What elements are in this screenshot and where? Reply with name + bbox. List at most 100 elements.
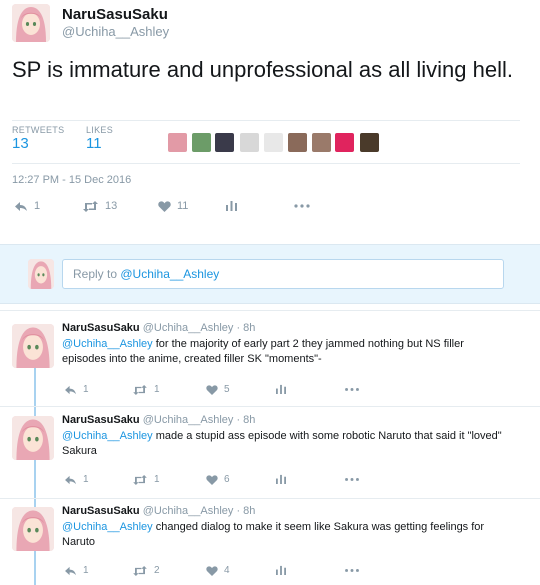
tweet-timestamp[interactable]: 12:27 PM - 15 Dec 2016 xyxy=(12,174,131,186)
reply-header: NaruSasuSaku @Uchiha__Ashley · 8h xyxy=(62,322,255,334)
reply-display-name[interactable]: NaruSasuSaku xyxy=(62,505,140,517)
retweet-count: 1 xyxy=(154,384,160,395)
reply-composer: Reply to @Uchiha__Ashley xyxy=(0,244,540,304)
reply-count: 1 xyxy=(34,200,41,212)
analytics-icon xyxy=(276,384,286,394)
more-icon xyxy=(345,388,359,391)
reply-tweet[interactable]: NaruSasuSaku @Uchiha__Ashley · 8h @Uchiha… xyxy=(0,414,540,494)
retweet-count: 13 xyxy=(105,200,118,212)
reply-button[interactable]: 1 xyxy=(64,474,89,485)
avatar[interactable] xyxy=(12,324,54,368)
retweet-button[interactable]: 1 xyxy=(132,474,160,485)
liker-avatar[interactable] xyxy=(240,133,259,152)
reply-text: @Uchiha__Ashley made a stupid ass episod… xyxy=(62,429,502,459)
reply-text-mention[interactable]: @Uchiha__Ashley xyxy=(62,338,153,350)
heart-icon xyxy=(206,565,218,576)
reply-count: 1 xyxy=(83,384,89,395)
likes-count: 11 xyxy=(86,135,102,152)
more-button[interactable] xyxy=(344,384,360,394)
reply-text: @Uchiha__Ashley changed dialog to make i… xyxy=(62,520,502,550)
retweet-icon xyxy=(133,565,147,576)
like-count: 6 xyxy=(224,474,230,485)
retweet-icon xyxy=(133,474,147,485)
reply-tweet[interactable]: NaruSasuSaku @Uchiha__Ashley · 8h @Uchiha… xyxy=(0,322,540,402)
like-button[interactable]: 5 xyxy=(206,384,230,395)
reply-text: @Uchiha__Ashley for the majority of earl… xyxy=(62,337,502,367)
tweet-stats: RETWEETS 13 LIKES 11 xyxy=(12,120,520,164)
liker-avatar[interactable] xyxy=(215,133,234,152)
avatar[interactable] xyxy=(12,4,50,42)
reply-display-name[interactable]: NaruSasuSaku xyxy=(62,414,140,426)
liker-avatar[interactable] xyxy=(168,133,187,152)
tweet-text: SP is immature and unprofessional as all… xyxy=(12,57,513,82)
like-count: 11 xyxy=(177,200,189,212)
analytics-icon xyxy=(276,474,286,484)
reply-tweet[interactable]: NaruSasuSaku @Uchiha__Ashley · 8h @Uchiha… xyxy=(0,505,540,585)
reply-count: 1 xyxy=(83,474,89,485)
analytics-button[interactable] xyxy=(276,565,286,575)
retweet-count: 2 xyxy=(154,565,160,576)
analytics-button[interactable] xyxy=(276,474,286,484)
like-count: 4 xyxy=(224,565,230,576)
analytics-button[interactable] xyxy=(276,384,286,394)
analytics-icon xyxy=(276,565,286,575)
reply-actions: 1 1 5 xyxy=(62,384,362,398)
liker-avatar[interactable] xyxy=(335,133,354,152)
reply-header: NaruSasuSaku @Uchiha__Ashley · 8h xyxy=(62,414,255,426)
analytics-button[interactable] xyxy=(226,200,237,211)
user-handle[interactable]: @Uchiha__Ashley xyxy=(62,24,169,39)
retweet-count: 1 xyxy=(154,474,160,485)
reply-time[interactable]: · 8h xyxy=(236,414,255,426)
reply-display-name[interactable]: NaruSasuSaku xyxy=(62,322,140,334)
retweet-button[interactable]: 1 xyxy=(132,384,160,395)
reply-handle[interactable]: @Uchiha__Ashley xyxy=(143,414,234,426)
heart-icon xyxy=(158,200,171,212)
more-icon xyxy=(345,478,359,481)
display-name[interactable]: NaruSasuSaku xyxy=(62,6,168,23)
reply-prefix: Reply to xyxy=(73,267,121,281)
likes-stat[interactable]: LIKES 11 xyxy=(86,125,113,152)
more-button[interactable] xyxy=(294,200,310,211)
more-button[interactable] xyxy=(344,474,360,484)
retweet-button[interactable]: 13 xyxy=(82,200,117,212)
avatar xyxy=(28,259,54,289)
like-button[interactable]: 11 xyxy=(158,200,188,212)
retweet-icon xyxy=(83,200,98,212)
liker-avatar[interactable] xyxy=(264,133,283,152)
reply-text-mention[interactable]: @Uchiha__Ashley xyxy=(62,430,153,442)
reply-button[interactable]: 1 xyxy=(64,565,89,576)
reply-handle[interactable]: @Uchiha__Ashley xyxy=(143,505,234,517)
like-button[interactable]: 6 xyxy=(206,474,230,485)
reply-input[interactable]: Reply to @Uchiha__Ashley xyxy=(62,259,504,289)
retweet-button[interactable]: 2 xyxy=(132,565,160,576)
liker-avatar[interactable] xyxy=(360,133,379,152)
reply-mention: @Uchiha__Ashley xyxy=(120,267,220,281)
reply-button[interactable]: 1 xyxy=(14,200,40,212)
more-icon xyxy=(345,569,359,572)
main-tweet: NaruSasuSaku @Uchiha__Ashley SP is immat… xyxy=(0,0,540,236)
reply-time[interactable]: · 8h xyxy=(236,322,255,334)
tweet-actions: 1 13 11 xyxy=(12,200,512,218)
avatar[interactable] xyxy=(12,416,54,460)
retweet-icon xyxy=(133,384,147,395)
reply-icon xyxy=(65,475,76,484)
divider xyxy=(0,406,540,407)
liker-avatar[interactable] xyxy=(312,133,331,152)
liker-avatar[interactable] xyxy=(288,133,307,152)
like-count: 5 xyxy=(224,384,230,395)
divider xyxy=(0,498,540,499)
reply-button[interactable]: 1 xyxy=(64,384,89,395)
retweets-count: 13 xyxy=(12,135,29,152)
retweets-stat[interactable]: RETWEETS 13 xyxy=(12,125,64,152)
avatar[interactable] xyxy=(12,507,54,551)
likes-label: LIKES xyxy=(86,125,114,135)
divider xyxy=(0,310,540,311)
liker-avatar[interactable] xyxy=(192,133,211,152)
reply-handle[interactable]: @Uchiha__Ashley xyxy=(143,322,234,334)
more-button[interactable] xyxy=(344,565,360,575)
reply-time[interactable]: · 8h xyxy=(236,505,255,517)
reply-header: NaruSasuSaku @Uchiha__Ashley · 8h xyxy=(62,505,255,517)
reply-actions: 1 2 4 xyxy=(62,565,362,579)
like-button[interactable]: 4 xyxy=(206,565,230,576)
reply-text-mention[interactable]: @Uchiha__Ashley xyxy=(62,521,153,533)
